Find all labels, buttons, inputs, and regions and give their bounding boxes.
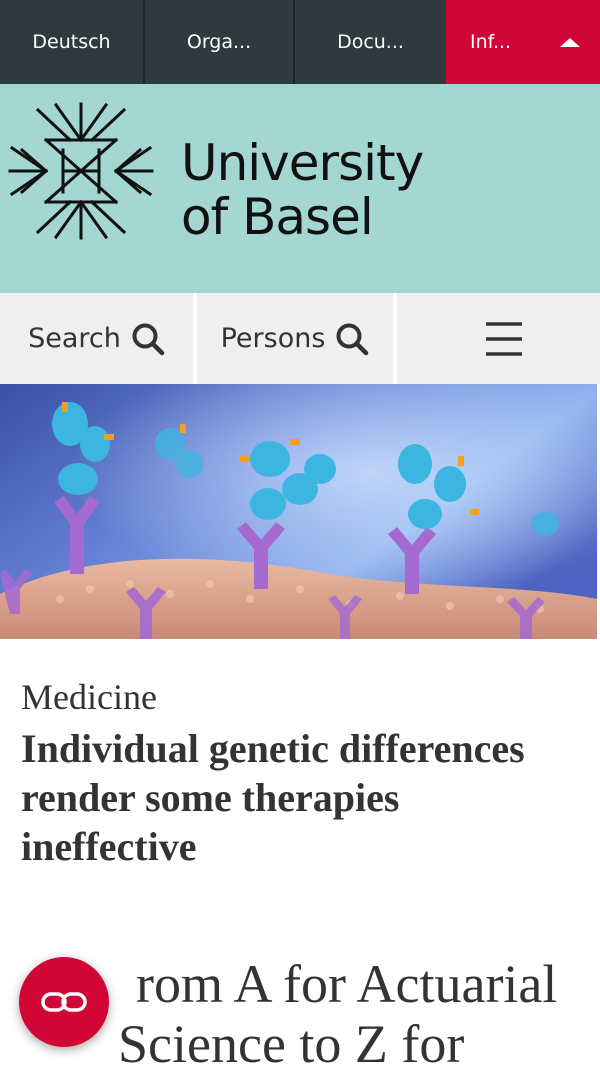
nav-item-deutsch[interactable]: Deutsch	[0, 0, 145, 84]
antibody-illustration	[0, 384, 597, 639]
persons-search-button[interactable]: Persons	[197, 293, 393, 384]
caret-up-icon	[560, 37, 580, 47]
article-headline[interactable]: Individual genetic differences render so…	[21, 724, 561, 871]
top-navigation: Deutsch Orga... Docu... Inf...	[0, 0, 600, 84]
teaser-line2: Science to Z for	[118, 1014, 465, 1074]
nav-item-organization[interactable]: Orga...	[145, 0, 295, 84]
hero-image[interactable]	[0, 384, 597, 639]
teaser-line1: rom A for Actuarial	[136, 954, 558, 1014]
nav-item-label: Deutsch	[32, 31, 111, 53]
search-icon	[336, 323, 369, 355]
persons-label: Persons	[220, 323, 326, 354]
search-button[interactable]: Search	[0, 293, 193, 384]
article-category[interactable]: Medicine	[21, 676, 157, 718]
menu-button[interactable]	[397, 293, 600, 384]
university-emblem-icon	[8, 102, 154, 240]
wordmark-line2: of Basel	[181, 188, 374, 246]
search-icon	[132, 323, 165, 355]
logo-banner[interactable]: University of Basel	[0, 84, 600, 293]
link-button[interactable]	[19, 957, 109, 1047]
university-wordmark: University of Basel	[181, 134, 424, 246]
search-label: Search	[28, 323, 121, 354]
utility-bar: Search Persons	[0, 293, 600, 384]
wordmark-line1: University	[181, 134, 424, 192]
link-icon	[41, 992, 87, 1012]
nav-item-label: Orga...	[186, 31, 252, 53]
nav-item-documents[interactable]: Docu...	[295, 0, 446, 84]
nav-item-label: Inf...	[470, 31, 512, 53]
nav-item-information[interactable]: Inf...	[446, 0, 600, 84]
nav-item-label: Docu...	[337, 31, 404, 53]
menu-icon	[485, 321, 522, 356]
teaser-heading: rom A for Actuarial Science to Z for	[118, 954, 588, 1074]
